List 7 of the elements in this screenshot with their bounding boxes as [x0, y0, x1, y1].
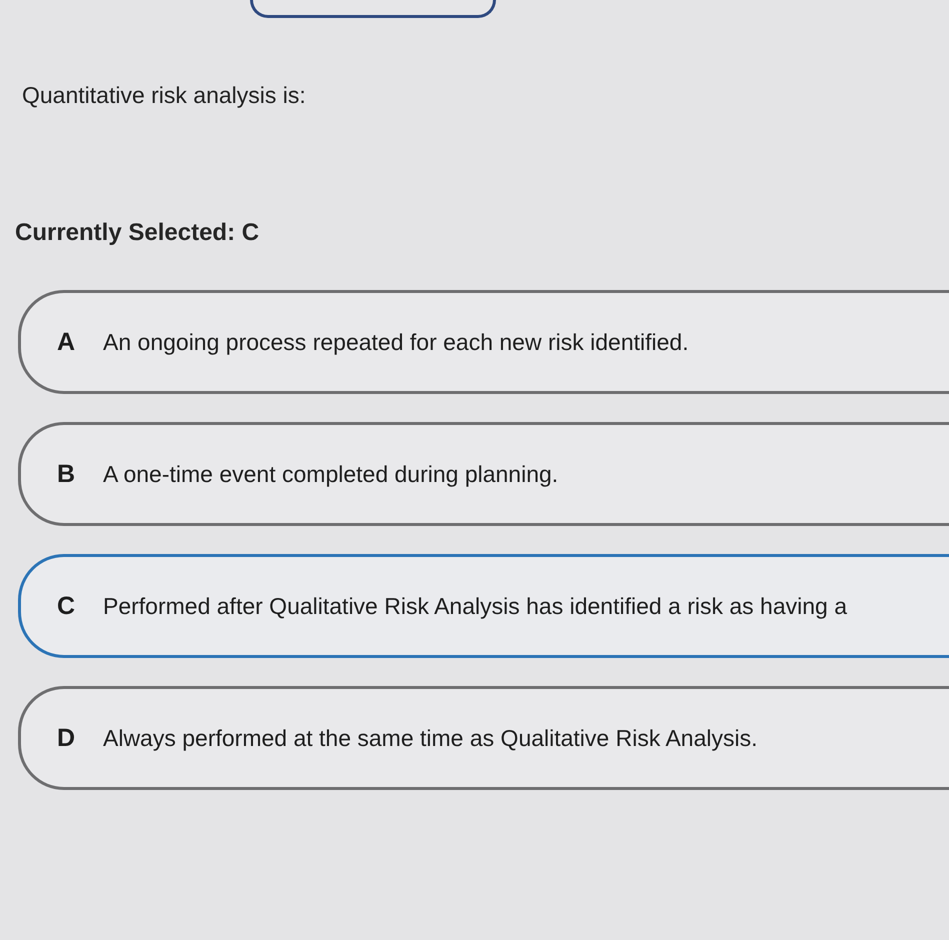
- question-text: Quantitative risk analysis is:: [22, 81, 307, 110]
- answer-option[interactable]: A An ongoing process repeated for each new risk identified.: [18, 290, 949, 394]
- answer-option[interactable]: B A one-time event completed during planning.: [18, 422, 949, 526]
- answer-option[interactable]: C Performed after Qualitative Risk Analysis has identified a risk as having a: [18, 554, 949, 658]
- selection-status: Currently Selected: C: [15, 218, 260, 248]
- answer-option[interactable]: D Always performed at the same time as Qualitative Risk Analysis.: [18, 686, 949, 790]
- cut-off-button[interactable]: [250, 0, 496, 18]
